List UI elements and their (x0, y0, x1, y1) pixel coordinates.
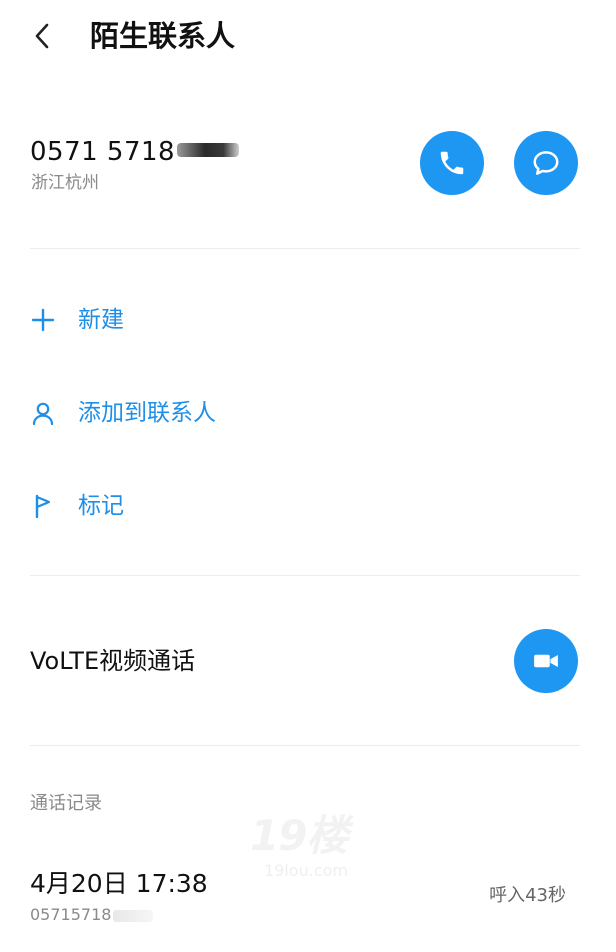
call-log-datetime[interactable]: 4月20日 17:38 (30, 868, 208, 900)
phone-number: 0571 5718 (30, 136, 240, 168)
divider (30, 575, 580, 576)
call-log-number: 05715718 (30, 904, 154, 926)
action-add-to-contacts-label: 添加到联系人 (78, 400, 216, 426)
flag-icon (30, 488, 66, 524)
action-mark[interactable]: 标记 (30, 486, 430, 526)
site-watermark: 19楼 19lou.com (250, 812, 370, 884)
redacted-digits (113, 909, 154, 922)
call-button[interactable] (420, 131, 484, 195)
call-log-duration: 呼入43秒 (489, 885, 566, 906)
divider (30, 248, 580, 249)
person-icon (30, 395, 66, 431)
divider (30, 745, 580, 746)
plus-icon (30, 302, 66, 338)
watermark-logo: 19楼 (250, 811, 348, 860)
phone-number-text: 0571 5718 (30, 137, 176, 167)
redacted-digits (177, 142, 240, 157)
header-bar: 陌生联系人 (0, 0, 616, 72)
call-log-number-text: 05715718 (30, 905, 112, 924)
action-add-to-contacts[interactable]: 添加到联系人 (30, 393, 430, 433)
back-button[interactable] (24, 18, 60, 54)
message-icon (533, 151, 559, 175)
action-mark-label: 标记 (78, 493, 124, 519)
video-camera-icon (534, 654, 558, 668)
phone-location: 浙江杭州 (31, 173, 99, 193)
call-log-section-title: 通话记录 (30, 793, 102, 814)
page-title: 陌生联系人 (90, 19, 236, 53)
phone-icon (440, 151, 464, 175)
action-new[interactable]: 新建 (30, 300, 430, 340)
volte-video-call-label: VoLTE视频通话 (30, 647, 196, 675)
watermark-url: 19lou.com (264, 861, 348, 880)
chevron-left-icon (35, 23, 49, 49)
action-new-label: 新建 (78, 307, 124, 333)
message-button[interactable] (514, 131, 578, 195)
video-call-button[interactable] (514, 629, 578, 693)
